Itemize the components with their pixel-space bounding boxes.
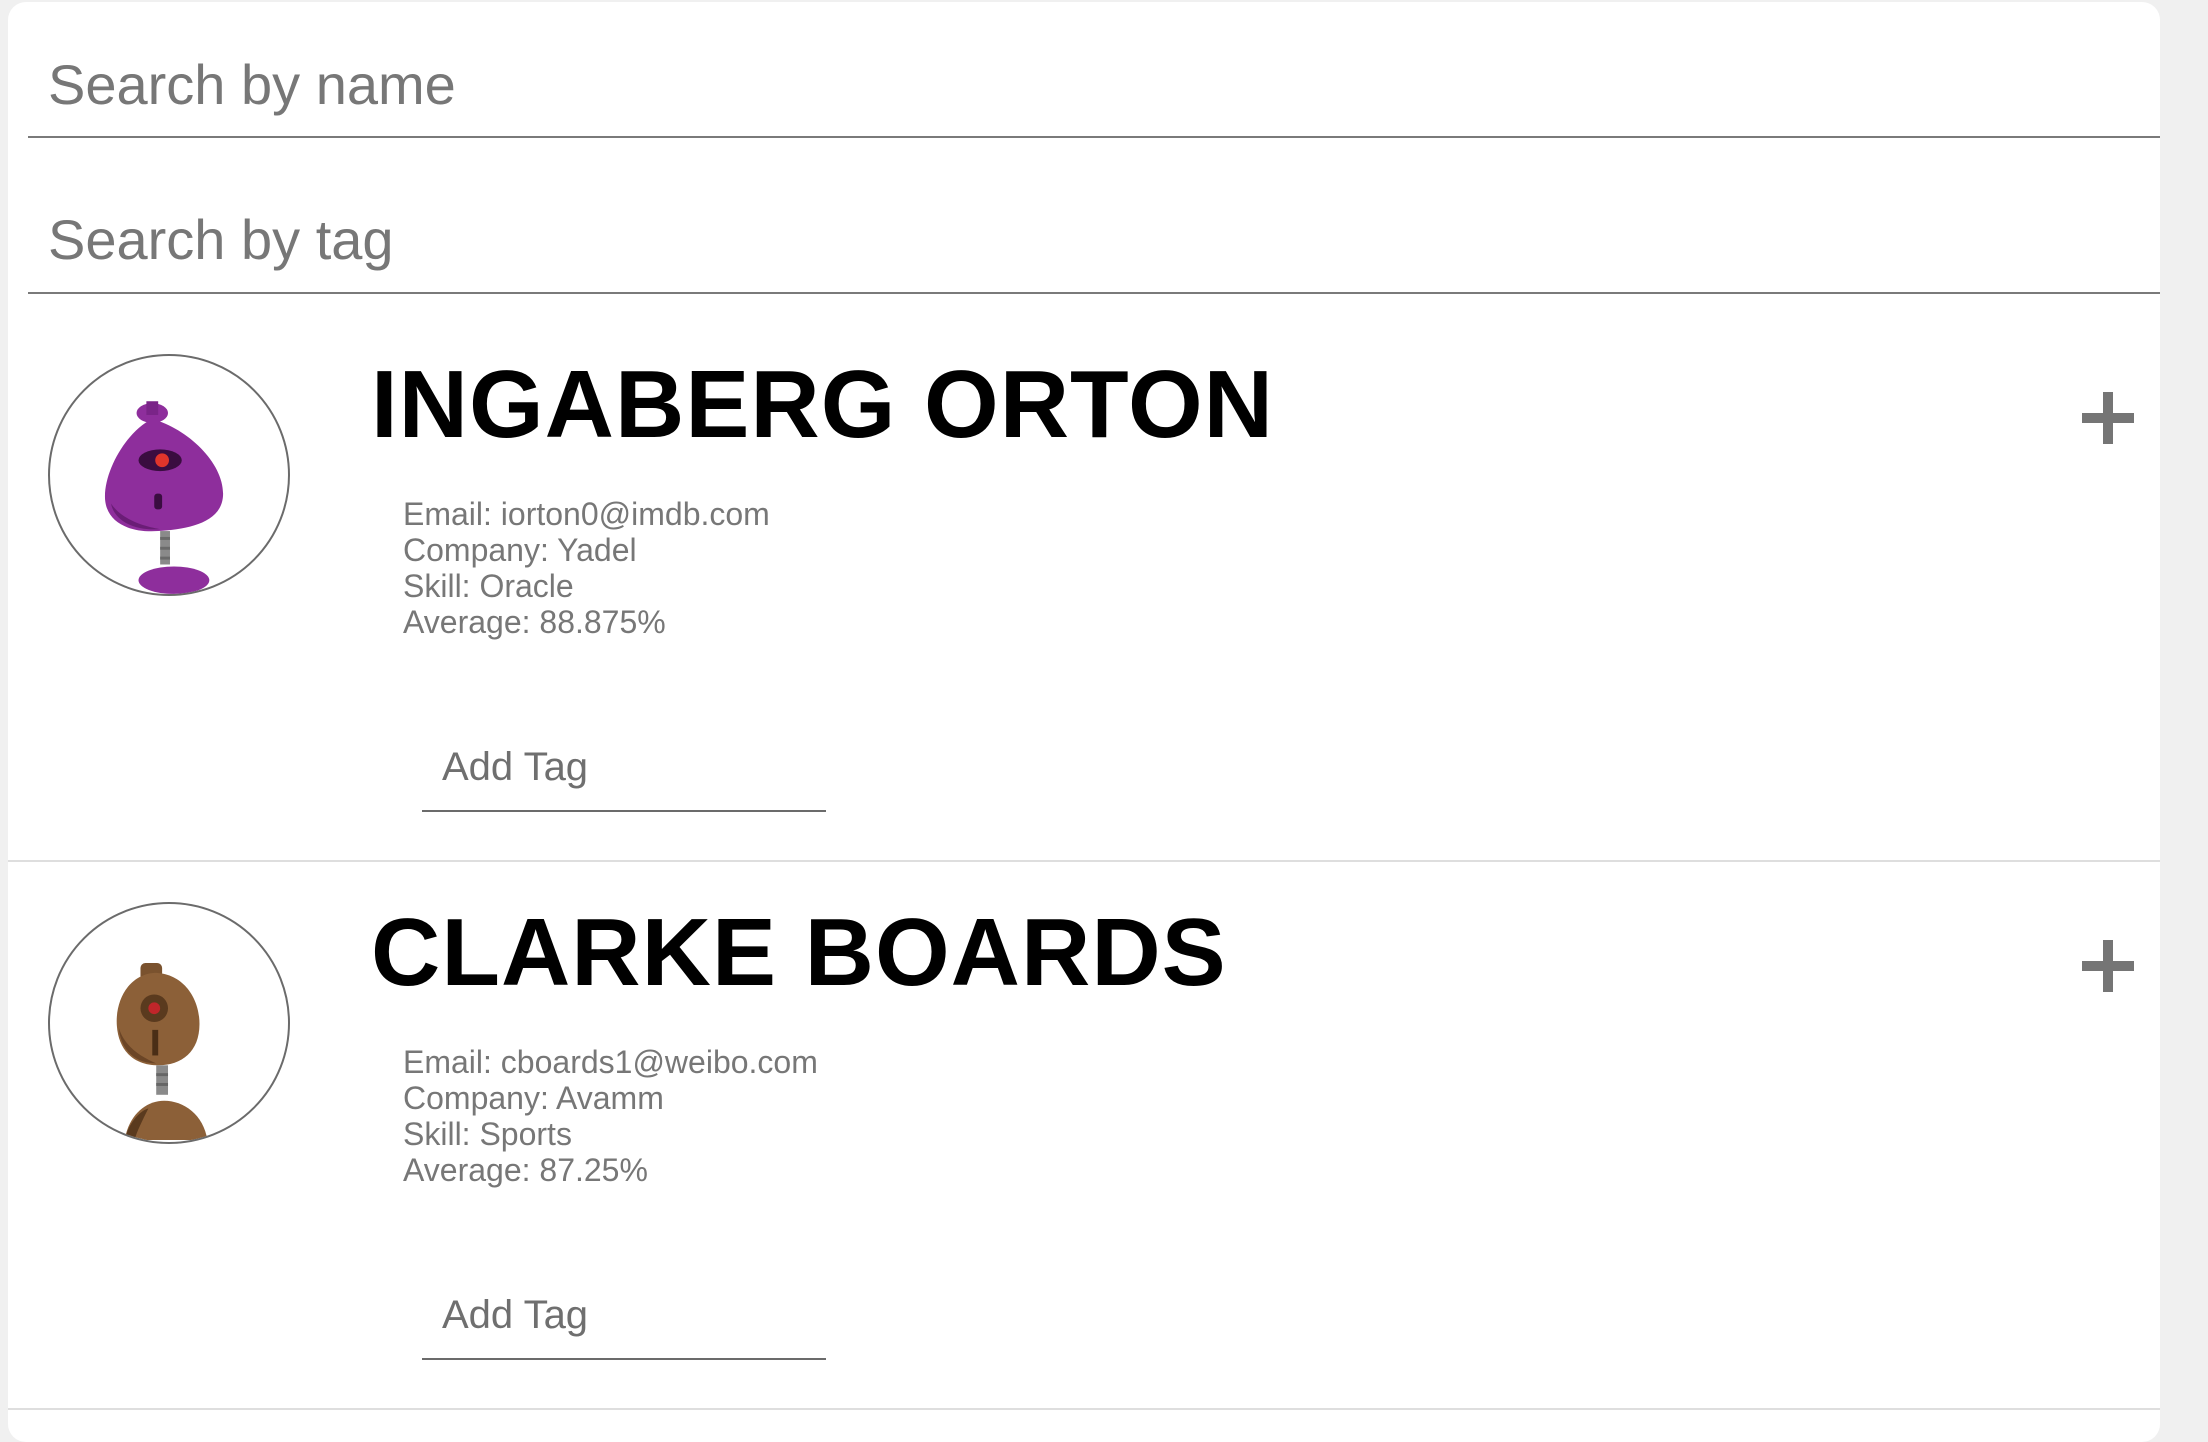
expand-grades-button[interactable] xyxy=(2078,936,2138,996)
student-list-card: INGABERG ORTON Email: iorton0@imdb.com C… xyxy=(8,2,2160,1442)
student-name: CLARKE BOARDS xyxy=(371,899,1227,1006)
student-skill: Skill: Oracle xyxy=(403,568,574,604)
student-skill: Skill: Sports xyxy=(403,1116,572,1152)
add-tag-input[interactable] xyxy=(422,1260,826,1360)
purple-robot-avatar-icon xyxy=(104,401,224,594)
student-details: Email: cboards1@weibo.com Company: Avamm… xyxy=(403,1044,818,1188)
student-company: Company: Avamm xyxy=(403,1080,664,1116)
student-item: INGABERG ORTON Email: iorton0@imdb.com C… xyxy=(8,314,2160,862)
student-name: INGABERG ORTON xyxy=(371,351,1274,458)
search-by-name-input[interactable] xyxy=(28,6,2160,138)
student-item: CLARKE BOARDS Email: cboards1@weibo.com … xyxy=(8,862,2160,1410)
student-email: Email: cboards1@weibo.com xyxy=(403,1044,818,1080)
student-details: Email: iorton0@imdb.com Company: Yadel S… xyxy=(403,496,770,640)
student-average: Average: 88.875% xyxy=(403,604,666,640)
student-average: Average: 87.25% xyxy=(403,1152,648,1188)
brown-robot-avatar-icon xyxy=(116,963,208,1141)
search-by-tag-input[interactable] xyxy=(28,160,2160,294)
expand-grades-button[interactable] xyxy=(2078,388,2138,448)
student-avatar xyxy=(48,902,290,1144)
add-tag-input[interactable] xyxy=(422,712,826,812)
student-email: Email: iorton0@imdb.com xyxy=(403,496,770,532)
student-company: Company: Yadel xyxy=(403,532,637,568)
student-avatar xyxy=(48,354,290,596)
